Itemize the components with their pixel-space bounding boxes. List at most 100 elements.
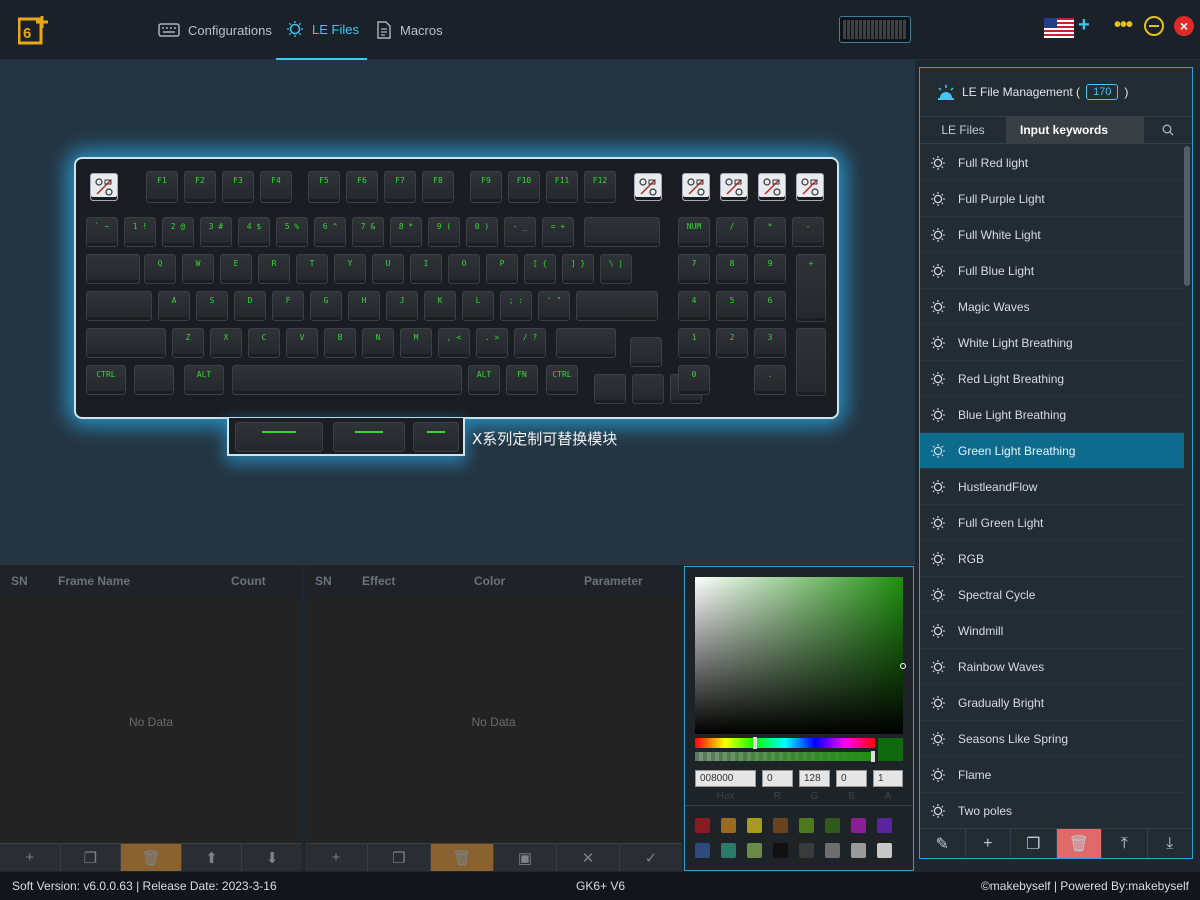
keyboard-key[interactable]: 7 & bbox=[352, 217, 384, 247]
le-file-item[interactable]: Flame bbox=[920, 757, 1184, 793]
keyboard-key[interactable]: F11 bbox=[546, 171, 578, 203]
keyboard-key[interactable]: ] } bbox=[562, 254, 594, 284]
le-file-item[interactable]: Blue Light Breathing bbox=[920, 397, 1184, 433]
keyboard-key[interactable]: N bbox=[362, 328, 394, 358]
color-swatch[interactable] bbox=[721, 818, 736, 833]
move-up-icon[interactable]: ⬆ bbox=[182, 844, 243, 871]
color-swatch[interactable] bbox=[851, 843, 866, 858]
color-swatch[interactable] bbox=[877, 843, 892, 858]
keyboard-key[interactable]: NUM bbox=[678, 217, 710, 247]
add-icon[interactable]: + bbox=[0, 844, 61, 871]
keyboard-key[interactable] bbox=[86, 291, 152, 321]
color-swatch[interactable] bbox=[695, 843, 710, 858]
keyboard-key[interactable] bbox=[584, 217, 660, 247]
keyboard-key[interactable]: E bbox=[220, 254, 252, 284]
play-icon[interactable]: ▣ bbox=[494, 844, 557, 871]
keyboard-key[interactable] bbox=[86, 328, 166, 358]
keyboard-key[interactable]: CTRL bbox=[86, 365, 126, 395]
le-file-item[interactable]: RGB bbox=[920, 541, 1184, 577]
alpha-thumb[interactable] bbox=[871, 751, 875, 762]
add-icon[interactable]: + bbox=[966, 829, 1011, 858]
replaceable-module[interactable] bbox=[227, 418, 465, 456]
red-field[interactable] bbox=[762, 770, 793, 787]
clear-icon[interactable]: ✕ bbox=[557, 844, 620, 871]
keyboard-key[interactable]: * bbox=[754, 217, 786, 247]
keyboard-key[interactable] bbox=[720, 173, 748, 201]
alpha-slider[interactable] bbox=[695, 751, 875, 762]
keyboard-key[interactable] bbox=[134, 365, 174, 395]
tab-le-files-list[interactable]: LE Files bbox=[920, 117, 1006, 143]
tab-le-files[interactable]: LE Files bbox=[276, 0, 367, 60]
keyboard-key[interactable] bbox=[796, 328, 826, 396]
keyboard-key[interactable]: I bbox=[410, 254, 442, 284]
keyboard-key[interactable]: F6 bbox=[346, 171, 378, 203]
keyboard-key[interactable]: 2 @ bbox=[162, 217, 194, 247]
keyboard-key[interactable]: O bbox=[448, 254, 480, 284]
color-swatch[interactable] bbox=[773, 843, 788, 858]
keyboard-key[interactable]: F5 bbox=[308, 171, 340, 203]
keyboard-key[interactable]: + bbox=[796, 254, 826, 322]
confirm-icon[interactable]: ✓ bbox=[620, 844, 682, 871]
keyboard-key[interactable] bbox=[682, 173, 710, 201]
le-file-item[interactable]: Red Light Breathing bbox=[920, 361, 1184, 397]
keyboard-key[interactable]: F12 bbox=[584, 171, 616, 203]
keyboard-key[interactable] bbox=[634, 173, 662, 201]
keyboard-key[interactable] bbox=[576, 291, 658, 321]
keyboard-key[interactable] bbox=[594, 374, 626, 404]
keyboard-key[interactable]: 2 bbox=[716, 328, 748, 358]
keyboard-key[interactable]: ' " bbox=[538, 291, 570, 321]
copy-icon[interactable]: ❐ bbox=[61, 844, 122, 871]
keyboard-key[interactable] bbox=[90, 173, 118, 201]
tab-macros[interactable]: Macros bbox=[376, 0, 443, 60]
minimize-button[interactable] bbox=[1144, 16, 1164, 36]
keyboard-key[interactable]: 7 bbox=[678, 254, 710, 284]
keyboard-key[interactable]: F10 bbox=[508, 171, 540, 203]
delete-icon[interactable]: 🗑 bbox=[1056, 829, 1102, 858]
keyboard-key[interactable]: / bbox=[716, 217, 748, 247]
keyboard-key[interactable]: 9 ( bbox=[428, 217, 460, 247]
edit-icon[interactable]: ✎ bbox=[920, 829, 966, 858]
keyboard-key[interactable]: B bbox=[324, 328, 356, 358]
delete-icon[interactable]: 🗑 bbox=[121, 844, 182, 871]
keyboard-key[interactable]: 6 ^ bbox=[314, 217, 346, 247]
tab-configurations[interactable]: Configurations bbox=[158, 0, 272, 60]
keyboard-key[interactable]: ALT bbox=[184, 365, 224, 395]
keyboard-key[interactable]: 1 ! bbox=[124, 217, 156, 247]
color-swatch[interactable] bbox=[799, 818, 814, 833]
le-file-item[interactable]: Magic Waves bbox=[920, 289, 1184, 325]
keyboard-key[interactable]: 8 bbox=[716, 254, 748, 284]
keyboard-key[interactable]: 3 # bbox=[200, 217, 232, 247]
module-key[interactable] bbox=[413, 422, 459, 452]
keyboard-key[interactable]: 4 bbox=[678, 291, 710, 321]
keyboard-key[interactable] bbox=[232, 365, 462, 395]
keyboard-key[interactable]: Z bbox=[172, 328, 204, 358]
keyboard-key[interactable]: U bbox=[372, 254, 404, 284]
alpha-field[interactable] bbox=[873, 770, 903, 787]
hex-field[interactable] bbox=[695, 770, 756, 787]
color-swatch[interactable] bbox=[721, 843, 736, 858]
module-key[interactable] bbox=[235, 422, 323, 452]
keyboard-key[interactable]: F7 bbox=[384, 171, 416, 203]
keyboard-key[interactable]: G bbox=[310, 291, 342, 321]
keyboard-key[interactable] bbox=[86, 254, 140, 284]
le-file-item[interactable]: HustleandFlow bbox=[920, 469, 1184, 505]
upload-icon[interactable]: ⤒ bbox=[1102, 829, 1148, 858]
keyboard-key[interactable]: , < bbox=[438, 328, 470, 358]
color-swatch[interactable] bbox=[799, 843, 814, 858]
keyboard-key[interactable]: P bbox=[486, 254, 518, 284]
keyboard-key[interactable]: C bbox=[248, 328, 280, 358]
le-file-item[interactable]: Spectral Cycle bbox=[920, 577, 1184, 613]
le-file-item[interactable]: Full Blue Light bbox=[920, 253, 1184, 289]
keyboard-key[interactable]: . bbox=[754, 365, 786, 395]
more-icon[interactable]: ••• bbox=[1114, 14, 1133, 37]
keyboard-key[interactable]: Q bbox=[144, 254, 176, 284]
device-thumbnail[interactable] bbox=[839, 16, 911, 43]
keyboard-key[interactable]: Y bbox=[334, 254, 366, 284]
saturation-value-area[interactable] bbox=[695, 577, 906, 734]
search-icon[interactable] bbox=[1144, 117, 1192, 143]
keyboard-key[interactable] bbox=[758, 173, 786, 201]
keyboard-key[interactable]: F9 bbox=[470, 171, 502, 203]
le-file-item[interactable]: Rainbow Waves bbox=[920, 649, 1184, 685]
keyboard-key[interactable]: F4 bbox=[260, 171, 292, 203]
keyboard-key[interactable]: H bbox=[348, 291, 380, 321]
